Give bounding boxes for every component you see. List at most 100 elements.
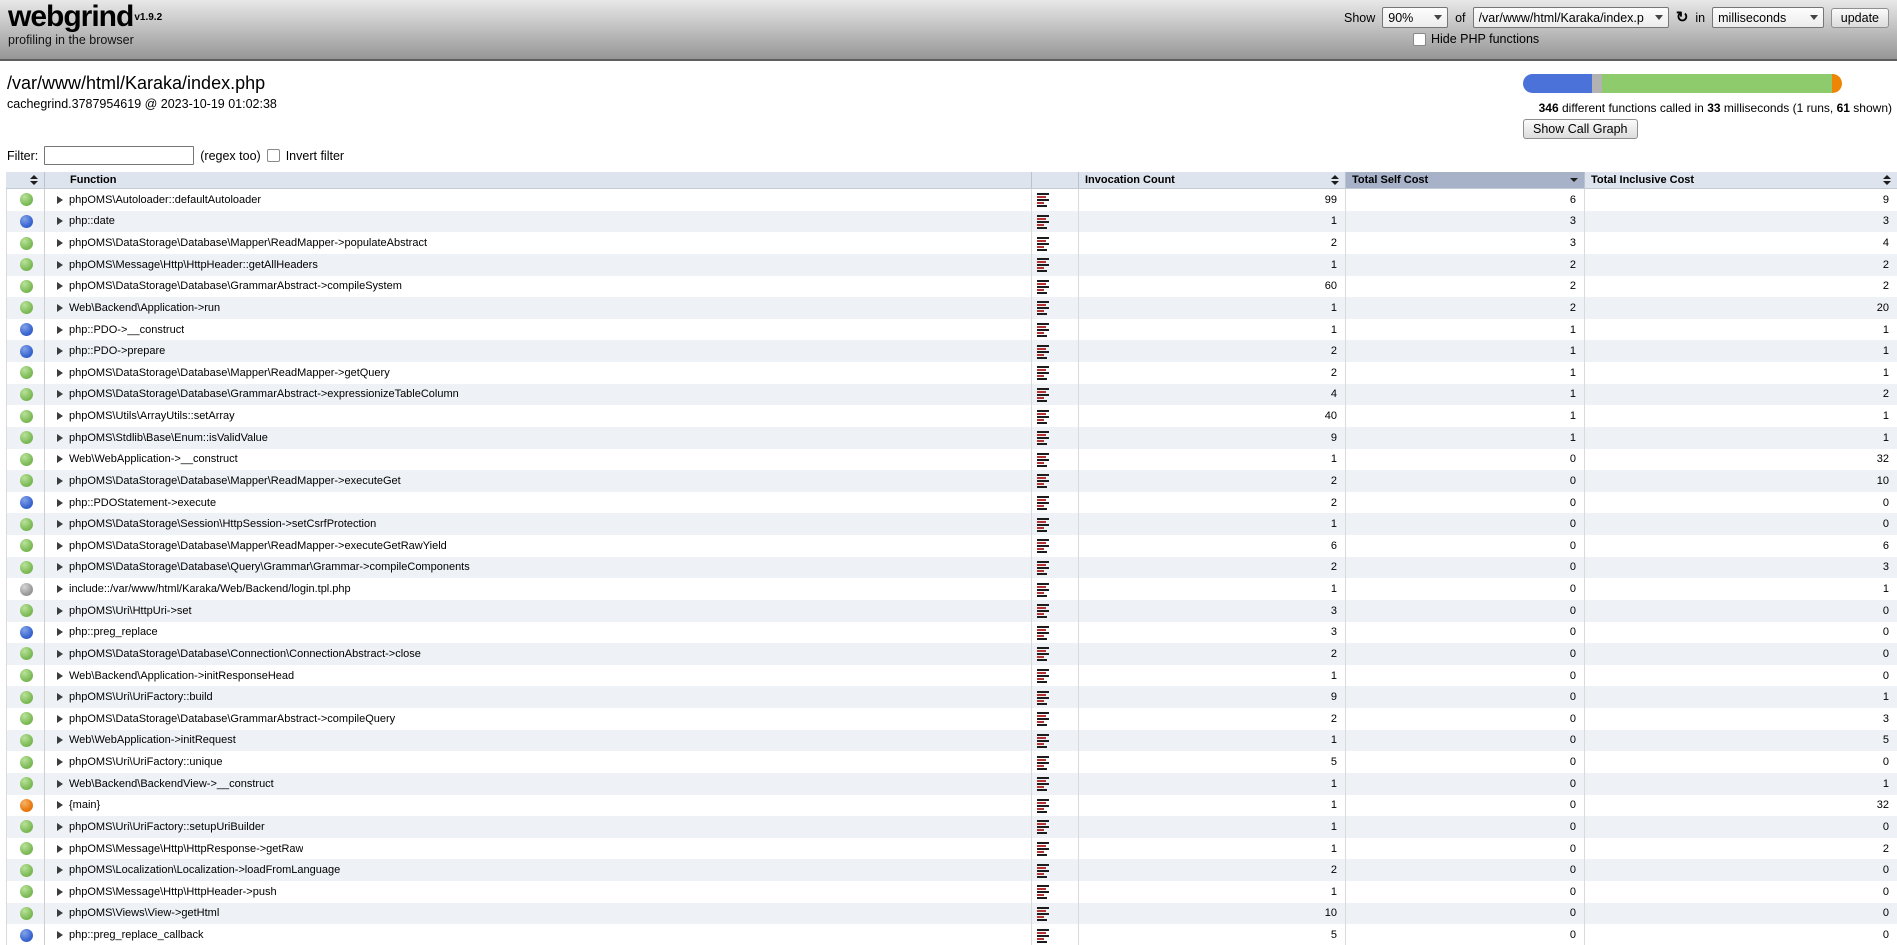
expand-arrow-icon[interactable] — [57, 650, 63, 658]
expand-arrow-icon[interactable] — [57, 888, 63, 896]
cost-chart-icon[interactable] — [1037, 863, 1051, 878]
cost-chart-icon[interactable] — [1037, 214, 1051, 229]
cost-chart-icon[interactable] — [1037, 755, 1051, 770]
function-cell[interactable]: php::date — [45, 211, 1032, 233]
expand-arrow-icon[interactable] — [57, 261, 63, 269]
update-button[interactable]: update — [1831, 8, 1889, 28]
cost-chart-icon[interactable] — [1037, 192, 1051, 207]
expand-arrow-icon[interactable] — [57, 412, 63, 420]
cost-chart-icon[interactable] — [1037, 690, 1051, 705]
expand-arrow-icon[interactable] — [57, 477, 63, 485]
cost-chart-icon[interactable] — [1037, 798, 1051, 813]
expand-arrow-icon[interactable] — [57, 801, 63, 809]
function-cell[interactable]: Web\WebApplication->__construct — [45, 449, 1032, 471]
function-cell[interactable]: phpOMS\DataStorage\Database\GrammarAbstr… — [45, 384, 1032, 406]
cost-chart-icon[interactable] — [1037, 841, 1051, 856]
expand-arrow-icon[interactable] — [57, 585, 63, 593]
expand-arrow-icon[interactable] — [57, 542, 63, 550]
function-cell[interactable]: {main} — [45, 795, 1032, 817]
cost-chart-icon[interactable] — [1037, 819, 1051, 834]
cost-chart-icon[interactable] — [1037, 603, 1051, 618]
cost-chart-icon[interactable] — [1037, 387, 1051, 402]
expand-arrow-icon[interactable] — [57, 931, 63, 939]
cost-chart-icon[interactable] — [1037, 884, 1051, 899]
hide-php-checkbox[interactable] — [1413, 33, 1426, 46]
column-header-invocation-count[interactable]: Invocation Count — [1079, 172, 1346, 188]
function-cell[interactable]: phpOMS\DataStorage\Database\Query\Gramma… — [45, 557, 1032, 579]
function-cell[interactable]: phpOMS\Message\Http\HttpHeader::getAllHe… — [45, 254, 1032, 276]
function-cell[interactable]: Web\Backend\Application->run — [45, 297, 1032, 319]
expand-arrow-icon[interactable] — [57, 239, 63, 247]
function-cell[interactable]: php::preg_replace_callback — [45, 924, 1032, 945]
cost-chart-icon[interactable] — [1037, 236, 1051, 251]
function-cell[interactable]: phpOMS\DataStorage\Database\Mapper\ReadM… — [45, 535, 1032, 557]
cost-chart-icon[interactable] — [1037, 928, 1051, 943]
expand-arrow-icon[interactable] — [57, 866, 63, 874]
function-cell[interactable]: phpOMS\Utils\ArrayUtils::setArray — [45, 405, 1032, 427]
expand-arrow-icon[interactable] — [57, 823, 63, 831]
column-header-total-self-cost[interactable]: Total Self Cost — [1346, 172, 1585, 188]
cost-chart-icon[interactable] — [1037, 538, 1051, 553]
function-cell[interactable]: php::PDO->__construct — [45, 319, 1032, 341]
cost-chart-icon[interactable] — [1037, 517, 1051, 532]
column-header-total-inclusive-cost[interactable]: Total Inclusive Cost — [1585, 172, 1897, 188]
function-cell[interactable]: phpOMS\Uri\UriFactory::build — [45, 686, 1032, 708]
function-cell[interactable]: phpOMS\DataStorage\Database\GrammarAbstr… — [45, 708, 1032, 730]
cost-chart-icon[interactable] — [1037, 473, 1051, 488]
cost-chart-icon[interactable] — [1037, 560, 1051, 575]
function-cell[interactable]: phpOMS\DataStorage\Database\Mapper\ReadM… — [45, 232, 1032, 254]
expand-arrow-icon[interactable] — [57, 499, 63, 507]
expand-arrow-icon[interactable] — [57, 780, 63, 788]
function-cell[interactable]: php::preg_replace — [45, 622, 1032, 644]
invert-filter-checkbox[interactable] — [267, 149, 280, 162]
cost-chart-icon[interactable] — [1037, 279, 1051, 294]
function-cell[interactable]: php::PDO->prepare — [45, 340, 1032, 362]
expand-arrow-icon[interactable] — [57, 758, 63, 766]
cost-chart-icon[interactable] — [1037, 625, 1051, 640]
function-cell[interactable]: phpOMS\Message\Http\HttpResponse->getRaw — [45, 838, 1032, 860]
expand-arrow-icon[interactable] — [57, 520, 63, 528]
expand-arrow-icon[interactable] — [57, 693, 63, 701]
function-cell[interactable]: Web\Backend\Application->initResponseHea… — [45, 665, 1032, 687]
expand-arrow-icon[interactable] — [57, 217, 63, 225]
cost-chart-icon[interactable] — [1037, 906, 1051, 921]
expand-arrow-icon[interactable] — [57, 282, 63, 290]
function-cell[interactable]: phpOMS\Uri\UriFactory::unique — [45, 751, 1032, 773]
expand-arrow-icon[interactable] — [57, 347, 63, 355]
cost-chart-icon[interactable] — [1037, 430, 1051, 445]
expand-arrow-icon[interactable] — [57, 736, 63, 744]
cost-chart-icon[interactable] — [1037, 668, 1051, 683]
function-cell[interactable]: include::/var/www/html/Karaka/Web/Backen… — [45, 578, 1032, 600]
expand-arrow-icon[interactable] — [57, 369, 63, 377]
function-cell[interactable]: phpOMS\DataStorage\Database\GrammarAbstr… — [45, 276, 1032, 298]
function-cell[interactable]: phpOMS\Uri\UriFactory::setupUriBuilder — [45, 816, 1032, 838]
filter-input[interactable] — [44, 146, 194, 165]
expand-arrow-icon[interactable] — [57, 715, 63, 723]
function-cell[interactable]: phpOMS\Autoloader::defaultAutoloader — [45, 189, 1032, 211]
expand-arrow-icon[interactable] — [57, 563, 63, 571]
function-cell[interactable]: phpOMS\DataStorage\Database\Mapper\ReadM… — [45, 470, 1032, 492]
expand-arrow-icon[interactable] — [57, 434, 63, 442]
cost-chart-icon[interactable] — [1037, 733, 1051, 748]
cost-chart-icon[interactable] — [1037, 322, 1051, 337]
column-header-function[interactable]: Function — [45, 172, 1032, 188]
function-cell[interactable]: phpOMS\Localization\Localization->loadFr… — [45, 859, 1032, 881]
function-cell[interactable]: Web\WebApplication->initRequest — [45, 730, 1032, 752]
function-cell[interactable]: phpOMS\DataStorage\Session\HttpSession->… — [45, 513, 1032, 535]
cost-chart-icon[interactable] — [1037, 711, 1051, 726]
show-call-graph-button[interactable]: Show Call Graph — [1523, 119, 1638, 139]
cost-chart-icon[interactable] — [1037, 257, 1051, 272]
cost-chart-icon[interactable] — [1037, 409, 1051, 424]
expand-arrow-icon[interactable] — [57, 628, 63, 636]
expand-arrow-icon[interactable] — [57, 845, 63, 853]
expand-arrow-icon[interactable] — [57, 672, 63, 680]
cost-chart-icon[interactable] — [1037, 452, 1051, 467]
expand-arrow-icon[interactable] — [57, 196, 63, 204]
refresh-icon[interactable]: ↻ — [1676, 10, 1689, 25]
function-cell[interactable]: phpOMS\Stdlib\Base\Enum::isValidValue — [45, 427, 1032, 449]
function-cell[interactable]: phpOMS\Uri\HttpUri->set — [45, 600, 1032, 622]
column-header-status[interactable] — [6, 172, 45, 188]
expand-arrow-icon[interactable] — [57, 909, 63, 917]
expand-arrow-icon[interactable] — [57, 390, 63, 398]
function-cell[interactable]: Web\Backend\BackendView->__construct — [45, 773, 1032, 795]
